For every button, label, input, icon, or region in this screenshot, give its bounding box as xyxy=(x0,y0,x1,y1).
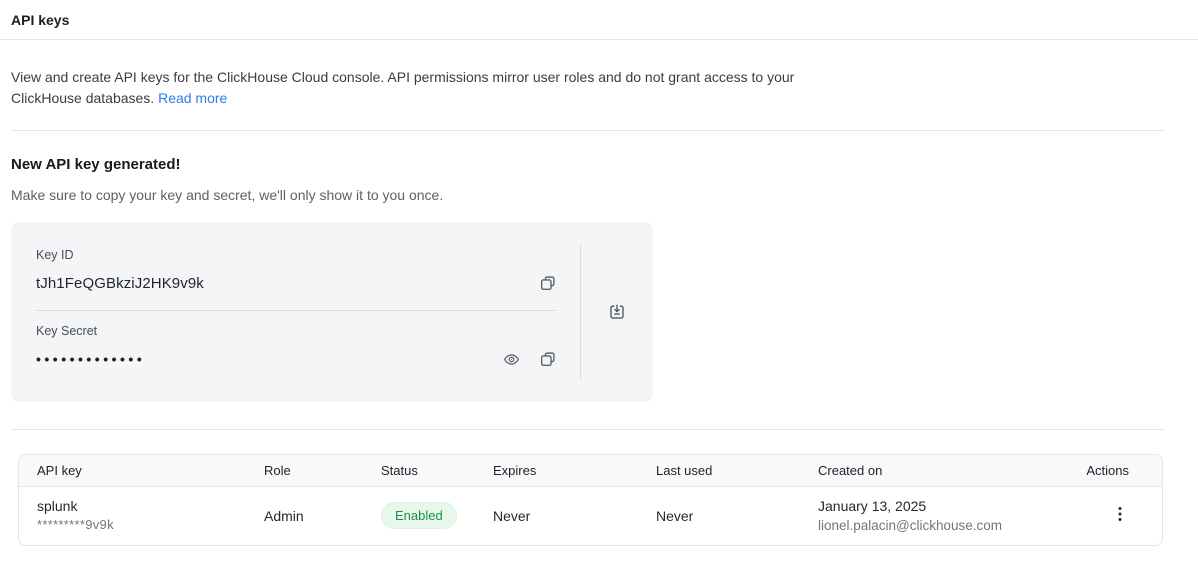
content-area: View and create API keys for the ClickHo… xyxy=(0,40,1198,546)
column-header-status: Status xyxy=(381,455,493,486)
created-date: January 13, 2025 xyxy=(818,496,1070,516)
created-by-email: lionel.palacin@clickhouse.com xyxy=(818,516,1070,535)
key-secret-actions xyxy=(503,351,556,368)
new-key-notice-title: New API key generated! xyxy=(11,156,1165,174)
column-header-expires: Expires xyxy=(493,455,656,486)
new-key-notice-subtitle: Make sure to copy your key and secret, w… xyxy=(11,187,1165,203)
divider xyxy=(11,130,1165,131)
download-icon xyxy=(608,303,626,321)
kebab-menu-icon xyxy=(1118,506,1122,522)
api-key-name: splunk xyxy=(37,497,264,516)
key-secret-masked-value: ••••••••••••• xyxy=(36,351,145,367)
api-keys-table: API key Role Status Expires Last used Cr… xyxy=(18,454,1163,546)
key-card-fields: Key ID tJh1FeQGBkziJ2HK9v9k Key Secret •… xyxy=(11,222,580,402)
table-row: splunk *********9v9k Admin Enabled Never… xyxy=(19,486,1162,545)
eye-icon xyxy=(503,351,520,368)
status-badge: Enabled xyxy=(381,502,457,529)
key-secret-row: ••••••••••••• xyxy=(36,347,556,371)
copy-icon xyxy=(539,351,556,368)
copy-key-id-button[interactable] xyxy=(539,275,556,292)
cell-expires: Never xyxy=(493,486,656,545)
column-header-api-key: API key xyxy=(19,455,264,486)
column-header-role: Role xyxy=(264,455,381,486)
description-text: View and create API keys for the ClickHo… xyxy=(11,67,829,109)
copy-icon xyxy=(539,275,556,292)
description-block: View and create API keys for the ClickHo… xyxy=(11,40,1165,130)
key-secret-label: Key Secret xyxy=(36,324,556,338)
download-key-button[interactable] xyxy=(608,303,626,321)
reveal-secret-button[interactable] xyxy=(503,351,520,368)
read-more-link[interactable]: Read more xyxy=(158,90,227,106)
column-header-actions: Actions xyxy=(1070,455,1162,486)
generated-key-card: Key ID tJh1FeQGBkziJ2HK9v9k Key Secret •… xyxy=(11,222,653,402)
description-body: View and create API keys for the ClickHo… xyxy=(11,69,794,106)
copy-secret-button[interactable] xyxy=(539,351,556,368)
cell-status: Enabled xyxy=(381,486,493,545)
key-id-row: tJh1FeQGBkziJ2HK9v9k xyxy=(36,271,556,295)
cell-actions xyxy=(1070,486,1162,545)
key-card-divider xyxy=(36,310,556,311)
page-title: API keys xyxy=(11,7,1187,33)
cell-api-key: splunk *********9v9k xyxy=(19,486,264,545)
divider xyxy=(11,429,1165,430)
row-actions-menu-button[interactable] xyxy=(1118,506,1122,522)
cell-created-on: January 13, 2025 lionel.palacin@clickhou… xyxy=(818,486,1070,545)
page-header: API keys xyxy=(0,0,1198,40)
cell-last-used: Never xyxy=(656,486,818,545)
key-card-download-area xyxy=(581,222,653,402)
api-key-masked: *********9v9k xyxy=(37,516,264,534)
cell-role: Admin xyxy=(264,486,381,545)
table-header-row: API key Role Status Expires Last used Cr… xyxy=(19,455,1162,486)
key-id-value: tJh1FeQGBkziJ2HK9v9k xyxy=(36,275,204,292)
column-header-last-used: Last used xyxy=(656,455,818,486)
key-id-label: Key ID xyxy=(36,248,556,262)
column-header-created-on: Created on xyxy=(818,455,1070,486)
